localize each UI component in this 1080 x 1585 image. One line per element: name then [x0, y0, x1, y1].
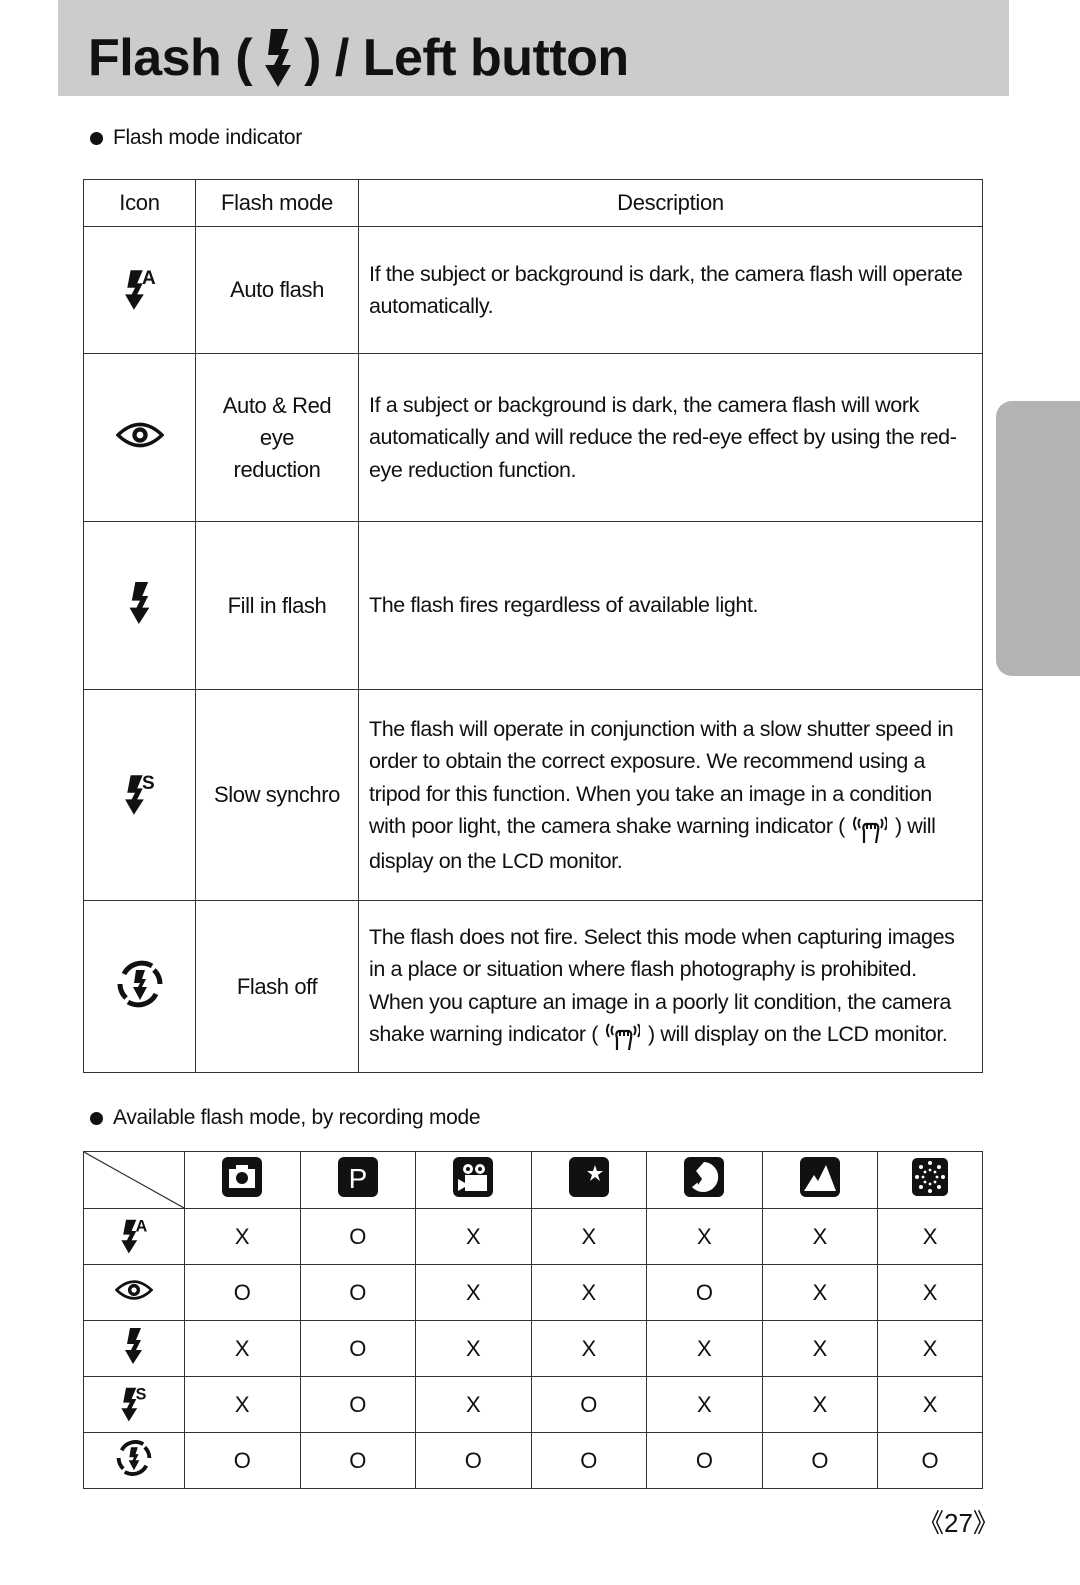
availability-cell: X	[761, 1376, 879, 1433]
availability-cell: O	[877, 1432, 983, 1489]
flash-mode-name: Auto & Red eye reduction	[195, 353, 359, 522]
availability-cell: O	[646, 1264, 763, 1321]
flash-mode-description: If a subject or background is dark, the …	[358, 353, 983, 522]
availability-cell: O	[184, 1264, 301, 1321]
availability-cell: O	[299, 1432, 417, 1489]
availability-cell: X	[530, 1208, 648, 1265]
table-header-row: P	[83, 1151, 983, 1209]
availability-cell: O	[415, 1432, 532, 1489]
title-bar: Flash ( ) / Left button	[58, 0, 1009, 96]
availability-cell: X	[646, 1376, 763, 1433]
availability-cell: X	[415, 1264, 532, 1321]
bullet-icon	[90, 1111, 103, 1125]
availability-cell: X	[761, 1264, 879, 1321]
flash-off-icon	[114, 958, 166, 1010]
table-row: Fill in flash The flash fires regardless…	[83, 521, 983, 690]
availability-cell: X	[530, 1264, 648, 1321]
table-row: S Slow synchro The flash will operate in…	[83, 689, 983, 901]
availability-cell: O	[530, 1376, 648, 1433]
fill-flash-icon	[125, 1327, 142, 1364]
svg-text:A: A	[136, 1217, 148, 1235]
availability-cell: X	[184, 1320, 301, 1377]
flash-mode-description: If the subject or background is dark, th…	[358, 226, 983, 354]
availability-cell: O	[299, 1320, 417, 1377]
availability-cell: X	[415, 1320, 532, 1377]
table-row: A Auto flash If the subject or backgroun…	[83, 226, 983, 354]
availability-cell: O	[299, 1208, 417, 1265]
diagonal-corner-cell	[83, 1151, 185, 1209]
availability-cell: X	[415, 1208, 532, 1265]
availability-cell: O	[761, 1432, 879, 1489]
table-row-fill-flash: X O X X X X X	[83, 1320, 983, 1377]
availability-cell: X	[415, 1376, 532, 1433]
camera-shake-icon	[852, 815, 887, 844]
section-heading-available-flash-modes: Available flash mode, by recording mode	[90, 1106, 481, 1130]
landscape-icon	[799, 1157, 840, 1197]
table-row-slow-synchro: S X O X O X X X	[83, 1376, 983, 1433]
svg-text:A: A	[142, 268, 156, 289]
page-title: Flash ( ) / Left button	[88, 28, 629, 88]
auto-flash-icon: A	[124, 268, 156, 310]
table-row-flash-off: O O O O O O O	[83, 1432, 983, 1489]
chapter-side-tab	[996, 401, 1080, 676]
flash-mode-description: The flash does not fire. Select this mod…	[358, 900, 983, 1073]
availability-cell: O	[530, 1432, 648, 1489]
table-row: Auto & Red eye reduction If a subject or…	[83, 353, 983, 522]
availability-cell: X	[877, 1264, 983, 1321]
availability-cell: X	[877, 1320, 983, 1377]
flash-mode-name: Slow synchro	[195, 689, 359, 901]
column-header-description: Description	[358, 179, 983, 227]
flash-mode-description: The flash fires regardless of available …	[358, 521, 983, 690]
svg-text:S: S	[142, 773, 154, 794]
title-suffix: ) / Left button	[304, 29, 629, 87]
table-row-red-eye: O O X X O X X	[83, 1264, 983, 1321]
flash-mode-name: Auto flash	[195, 226, 359, 354]
availability-cell: X	[877, 1208, 983, 1265]
availability-cell: X	[530, 1320, 648, 1377]
table-row: Flash off The flash does not fire. Selec…	[83, 900, 983, 1073]
night-scene-icon	[568, 1157, 609, 1197]
availability-cell: X	[184, 1376, 301, 1433]
availability-cell: O	[299, 1376, 417, 1433]
column-header-flash-mode: Flash mode	[195, 179, 359, 227]
availability-cell: X	[761, 1208, 879, 1265]
red-eye-icon	[115, 1279, 153, 1300]
page-number: 《27》	[918, 1508, 999, 1538]
table-header-row: Icon Flash mode Description	[83, 179, 983, 227]
fill-flash-icon	[129, 581, 149, 624]
availability-cell: X	[184, 1208, 301, 1265]
flash-icon	[265, 29, 292, 87]
portrait-icon	[684, 1157, 725, 1197]
table-row-auto-flash: A X O X X X X X	[83, 1208, 983, 1265]
svg-text:S: S	[136, 1385, 147, 1403]
section-heading-flash-mode-indicator: Flash mode indicator	[90, 126, 302, 150]
camera-shake-icon	[606, 1023, 641, 1052]
column-header-icon: Icon	[83, 179, 196, 227]
flash-mode-name: Fill in flash	[195, 521, 359, 690]
slow-synchro-icon: S	[121, 1385, 147, 1421]
availability-cell: X	[877, 1376, 983, 1433]
availability-cell: X	[761, 1320, 879, 1377]
availability-cell: O	[299, 1264, 417, 1321]
availability-cell: O	[646, 1432, 763, 1489]
availability-table: P A X O X X X X X O O X X O X X X O X X …	[83, 1151, 983, 1489]
title-prefix: Flash (	[88, 29, 253, 87]
red-eye-icon	[115, 422, 164, 447]
availability-cell: X	[646, 1320, 763, 1377]
flash-mode-description: The flash will operate in conjunction wi…	[358, 689, 983, 901]
slow-synchro-icon: S	[124, 773, 154, 815]
flash-off-icon	[116, 1439, 152, 1476]
fireworks-icon	[912, 1158, 949, 1196]
flash-mode-table: Icon Flash mode Description A Auto flash…	[83, 179, 983, 1073]
availability-cell: O	[184, 1432, 301, 1489]
availability-cell: X	[646, 1208, 763, 1265]
flash-mode-name: Flash off	[195, 900, 359, 1073]
program-mode-icon: P	[337, 1157, 378, 1197]
svg-text:P: P	[348, 1163, 367, 1194]
auto-mode-icon	[222, 1157, 263, 1197]
bullet-icon	[90, 131, 103, 145]
movie-mode-icon	[453, 1157, 494, 1197]
auto-flash-icon: A	[121, 1217, 148, 1253]
